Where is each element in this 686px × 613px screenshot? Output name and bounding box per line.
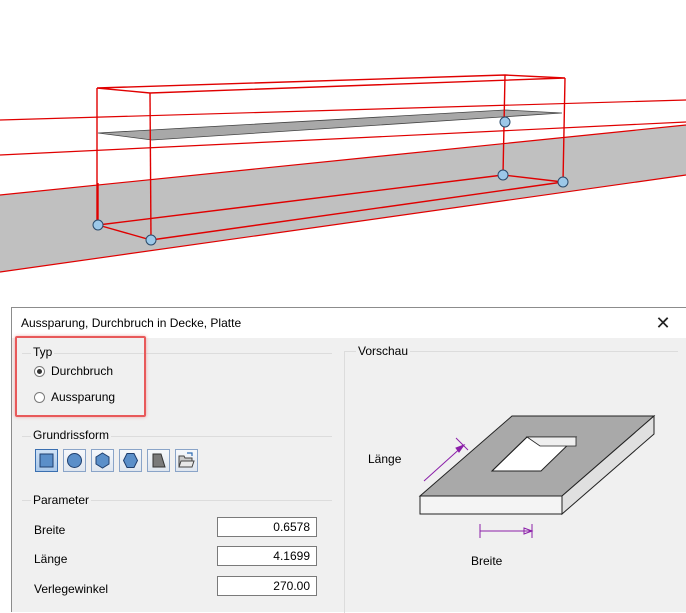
3d-viewport[interactable] [0, 0, 686, 300]
verlegewinkel-label: Verlegewinkel [34, 582, 109, 596]
breite-label: Breite [34, 523, 66, 537]
shape-circle-button[interactable] [63, 449, 86, 472]
slab-surface [0, 125, 686, 272]
opening-dialog: Aussparung, Durchbruch in Decke, Platte … [11, 307, 686, 613]
preview-laenge-label: Länge [368, 452, 402, 466]
corner-handle[interactable] [145, 234, 157, 246]
preview-breite-label: Breite [471, 554, 503, 568]
corner-handle[interactable] [557, 176, 569, 188]
corner-handle[interactable] [92, 219, 104, 231]
trapezoid-icon [152, 453, 166, 468]
hexagon-icon [95, 452, 110, 469]
slab-edge-upper [0, 99, 686, 121]
laenge-label: Länge [34, 552, 68, 566]
corner-handle[interactable] [499, 116, 511, 128]
breite-dimension [479, 524, 534, 538]
close-icon[interactable]: ✕ [648, 311, 678, 335]
open-folder-icon [178, 452, 195, 468]
square-icon [39, 453, 54, 468]
verlegewinkel-input[interactable]: 270.00 [217, 576, 317, 596]
corner-handle[interactable] [497, 169, 509, 181]
breite-input[interactable]: 0.6578 [217, 517, 317, 537]
preview-diagram [418, 414, 656, 538]
shape-square-button[interactable] [35, 449, 58, 472]
shape-folder-button[interactable] [175, 449, 198, 472]
circle-icon [67, 453, 82, 468]
laenge-input[interactable]: 4.1699 [217, 546, 317, 566]
typ-highlight-frame [15, 336, 146, 417]
shape-trapezoid-button[interactable] [147, 449, 170, 472]
shape-octagon-button[interactable] [119, 449, 142, 472]
title-bar: Aussparung, Durchbruch in Decke, Platte … [12, 308, 686, 338]
dialog-title: Aussparung, Durchbruch in Decke, Platte [21, 316, 242, 330]
parameter-group-label: Parameter [31, 493, 92, 507]
shape-hexagon-button[interactable] [91, 449, 114, 472]
grundrissform-group-label: Grundrissform [31, 428, 112, 442]
octagon-icon [122, 453, 139, 468]
opening-top-plane [97, 109, 563, 141]
